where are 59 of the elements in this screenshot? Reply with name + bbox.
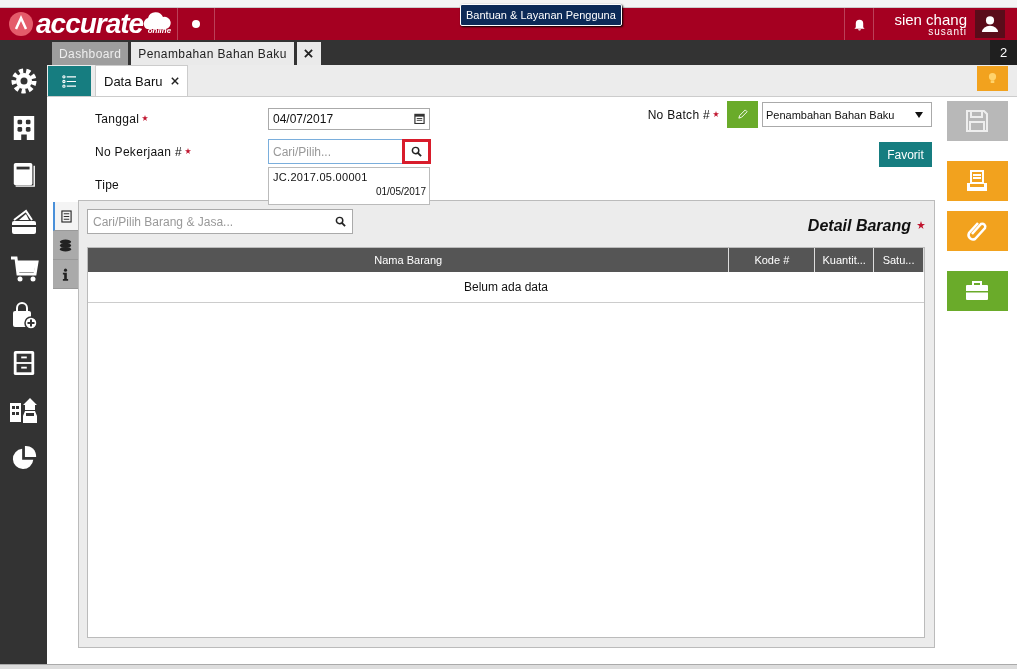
list-icon <box>62 74 77 88</box>
close-icon <box>304 49 314 58</box>
search-icon <box>411 146 422 157</box>
paperclip-icon <box>965 219 989 243</box>
column-header[interactable]: Nama Barang <box>88 248 730 272</box>
city-car-icon[interactable] <box>8 396 39 426</box>
document-icon <box>61 209 72 223</box>
side-tab[interactable] <box>53 231 78 260</box>
pie-chart-icon[interactable] <box>10 445 37 471</box>
bell-icon <box>852 17 866 31</box>
field-label: Tanggal <box>95 111 140 126</box>
printer-icon <box>965 169 989 193</box>
close-icon[interactable] <box>170 77 179 85</box>
field-label: No Pekerjaan # <box>95 144 182 159</box>
document-tab[interactable]: Penambahan Bahan Baku <box>131 42 294 65</box>
list-view-button[interactable] <box>48 66 91 96</box>
column-header[interactable]: Satu... <box>874 248 924 272</box>
lightbulb-icon <box>988 71 997 85</box>
section-title: Detail Barang <box>807 217 911 235</box>
search-icon[interactable] <box>335 216 346 227</box>
pencil-icon <box>737 109 748 120</box>
favorite-button[interactable]: Favorit <box>879 142 932 167</box>
side-tab[interactable] <box>53 202 78 231</box>
job-date: 01/05/2017 <box>375 186 426 197</box>
side-tab[interactable] <box>53 260 78 289</box>
logo-text: accurate <box>36 10 144 38</box>
field-label: No Batch # <box>647 107 710 122</box>
column-header[interactable]: Kode # <box>729 248 816 272</box>
batch-select[interactable]: Penambahan Bahan Baku <box>762 102 932 127</box>
job-code: JC.2017.05.00001 <box>273 171 369 183</box>
user-name[interactable]: sien chang <box>894 11 967 27</box>
logo-subtitle: online <box>147 27 172 35</box>
user-avatar-button[interactable] <box>975 10 1005 38</box>
coins-icon <box>59 238 72 252</box>
briefcase-icon <box>964 279 990 303</box>
column-header[interactable]: Kuantit... <box>815 248 875 272</box>
logo-icon <box>9 12 33 36</box>
tab-label: Data Baru <box>104 73 163 89</box>
action-button[interactable] <box>946 271 1008 311</box>
close-tab-button[interactable] <box>296 42 321 65</box>
dropdown-arrow-icon <box>915 111 923 118</box>
suggestion-item[interactable]: JC.2017.05.00001 01/05/2017 <box>268 167 430 205</box>
settings-icon[interactable] <box>9 67 38 95</box>
search-button[interactable] <box>402 139 431 164</box>
user-subtitle: susanti <box>928 26 967 37</box>
item-search-field[interactable]: Cari/Pilih Barang & Jasa... <box>87 209 353 234</box>
job-number-field[interactable]: Cari/Pilih... <box>268 139 402 164</box>
tab-count-button[interactable]: 2 <box>990 40 1017 65</box>
info-icon <box>62 267 69 281</box>
empty-message: Belum ada data <box>88 272 924 303</box>
date-field[interactable]: 04/07/2017 <box>268 107 430 130</box>
help-tooltip: Bantuan & Layanan Pengguna <box>460 4 622 26</box>
field-label: Tipe <box>95 177 120 192</box>
dot-icon <box>192 20 200 28</box>
calendar-icon[interactable] <box>414 113 425 124</box>
form-tab[interactable]: Data Baru <box>95 65 188 96</box>
wallet-icon[interactable] <box>9 208 38 236</box>
cart-icon[interactable] <box>8 255 39 283</box>
person-icon <box>981 15 999 33</box>
